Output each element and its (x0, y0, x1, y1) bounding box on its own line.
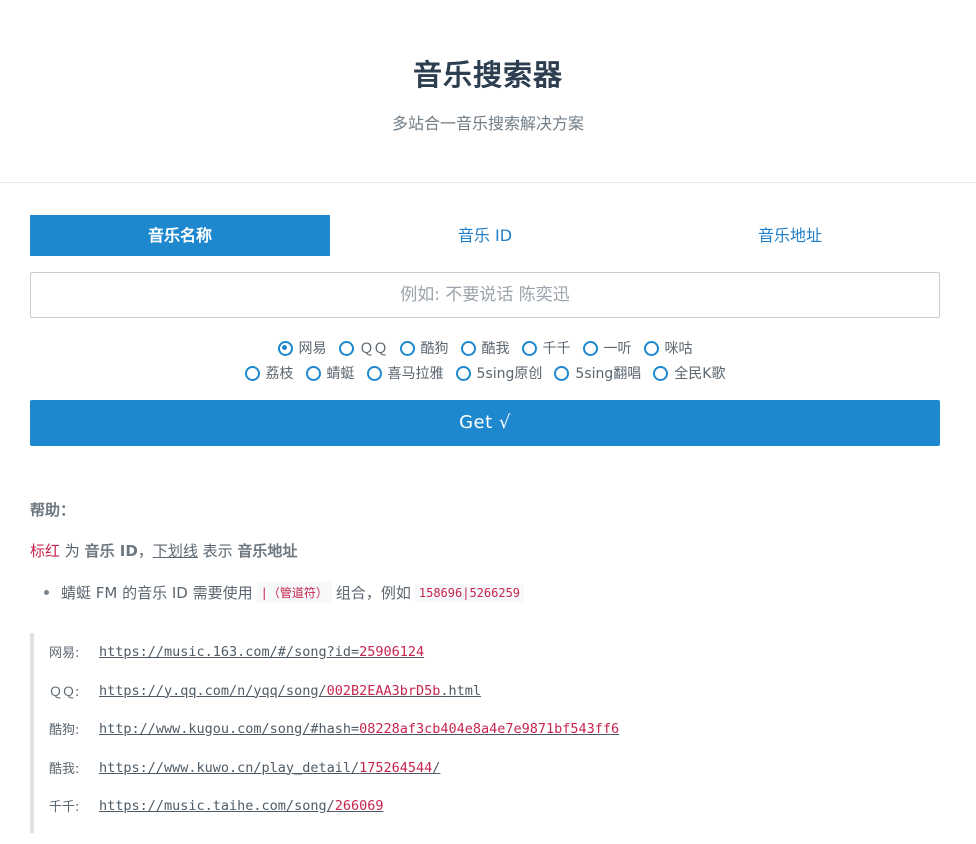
radio-unchecked-icon (399, 340, 415, 356)
search-input[interactable] (30, 272, 940, 318)
radio-unchecked-icon (244, 365, 260, 381)
example-url-link[interactable]: https://y.qq.com/n/yqq/song/002B2EAA3brD… (99, 683, 481, 699)
pipe-code: |（管道符） (256, 582, 332, 603)
bullet-text: 组合，例如 (335, 584, 411, 602)
radio-unchecked-icon (305, 365, 321, 381)
page-header: 音乐搜索器 多站合一音乐搜索解决方案 (0, 0, 976, 183)
radio-label: 网易 (298, 341, 327, 357)
radio-label: 全民K歌 (674, 366, 726, 382)
tab-music-name[interactable]: 音乐名称 (30, 215, 330, 256)
radio-unchecked-icon (554, 365, 570, 381)
radio-kugou[interactable]: 酷狗 (399, 338, 449, 358)
example-id-code: 158696|5266259 (414, 583, 525, 602)
radio-lizhi[interactable]: 荔枝 (244, 363, 294, 383)
tab-music-id[interactable]: 音乐 ID (330, 215, 640, 256)
radio-label: 5sing原创 (476, 366, 543, 382)
example-row-netease: 网易: https://music.163.com/#/song?id=2590… (49, 642, 424, 662)
legend-music-url: 音乐地址 (237, 542, 298, 560)
example-url-link[interactable]: https://www.kuwo.cn/play_detail/17526454… (99, 760, 440, 776)
radio-label: 咪咕 (664, 341, 693, 357)
example-label: ＱＱ: (49, 685, 80, 700)
radio-label: 5sing翻唱 (575, 366, 642, 382)
source-radio-row-1: 网易 ＱＱ 酷狗 酷我 千千 一听 咪咕 (0, 338, 970, 358)
radio-migu[interactable]: 咪咕 (643, 338, 693, 358)
radio-qianqian[interactable]: 千千 (521, 338, 571, 358)
radio-qq[interactable]: ＱＱ (338, 338, 388, 358)
example-row-qq: ＱＱ: https://y.qq.com/n/yqq/song/002B2EAA… (49, 681, 481, 701)
example-urls-blockquote: 网易: https://music.163.com/#/song?id=2590… (30, 633, 940, 833)
radio-unchecked-icon (582, 340, 598, 356)
bullet-dot-icon (44, 590, 49, 595)
legend-text: 为 (60, 542, 85, 560)
search-mode-tabs: 音乐名称 音乐 ID 音乐地址 (30, 215, 940, 256)
help-legend: 标红 为 音乐 ID，下划线 表示 音乐地址 (30, 540, 297, 561)
bullet-text: 蜻蜓 FM 的音乐 ID 需要使用 (61, 584, 253, 602)
radio-label: 酷我 (481, 341, 510, 357)
example-url-link[interactable]: https://music.163.com/#/song?id=25906124 (99, 644, 424, 660)
page-title: 音乐搜索器 (412, 58, 563, 92)
page-subtitle: 多站合一音乐搜索解决方案 (391, 114, 584, 133)
example-row-kugou: 酷狗: http://www.kugou.com/song/#hash=0822… (49, 719, 619, 739)
example-label: 酷我: (49, 762, 80, 777)
radio-ximalaya[interactable]: 喜马拉雅 (366, 363, 444, 383)
source-radio-row-2: 荔枝 蜻蜓 喜马拉雅 5sing原创 5sing翻唱 全民K歌 (0, 363, 970, 383)
radio-unchecked-icon (455, 365, 471, 381)
example-row-kuwo: 酷我: https://www.kuwo.cn/play_detail/1752… (49, 758, 440, 778)
radio-unchecked-icon (460, 340, 476, 356)
radio-label: 喜马拉雅 (387, 366, 444, 382)
radio-5sing-cover[interactable]: 5sing翻唱 (554, 363, 641, 383)
legend-text: ， (137, 542, 153, 560)
example-row-qianqian: 千千: https://music.taihe.com/song/266069 (49, 796, 383, 816)
legend-underline-text: 下划线 (152, 542, 198, 560)
radio-label: ＱＱ (359, 341, 388, 357)
radio-label: 千千 (542, 341, 571, 357)
radio-netease[interactable]: 网易 (277, 338, 327, 358)
radio-unchecked-icon (653, 365, 669, 381)
radio-label: 荔枝 (265, 366, 294, 382)
radio-qingting[interactable]: 蜻蜓 (305, 363, 355, 383)
help-title: 帮助： (30, 501, 76, 519)
radio-unchecked-icon (366, 365, 382, 381)
legend-text: 表示 (197, 542, 238, 560)
radio-label: 一听 (603, 341, 632, 357)
legend-music-id: 音乐 ID (84, 542, 138, 560)
radio-quanmin-kge[interactable]: 全民K歌 (653, 363, 725, 383)
radio-unchecked-icon (338, 340, 354, 356)
radio-5sing-original[interactable]: 5sing原创 (455, 363, 543, 383)
example-url-link[interactable]: http://www.kugou.com/song/#hash=08228af3… (99, 721, 619, 737)
get-button[interactable]: Get √ (30, 400, 940, 446)
radio-unchecked-icon (643, 340, 659, 356)
example-url-link[interactable]: https://music.taihe.com/song/266069 (99, 798, 383, 814)
help-bullet: 蜻蜓 FM 的音乐 ID 需要使用 |（管道符） 组合，例如 158696|52… (44, 582, 528, 603)
radio-label: 酷狗 (420, 341, 449, 357)
example-label: 酷狗: (49, 723, 80, 738)
radio-label: 蜻蜓 (326, 366, 355, 382)
tab-music-url[interactable]: 音乐地址 (640, 215, 940, 256)
radio-unchecked-icon (521, 340, 537, 356)
radio-yiting[interactable]: 一听 (582, 338, 632, 358)
legend-red-text: 标红 (30, 542, 61, 560)
radio-checked-icon (277, 340, 293, 356)
example-label: 网易: (49, 646, 80, 661)
example-label: 千千: (49, 800, 80, 815)
radio-kuwo[interactable]: 酷我 (460, 338, 510, 358)
